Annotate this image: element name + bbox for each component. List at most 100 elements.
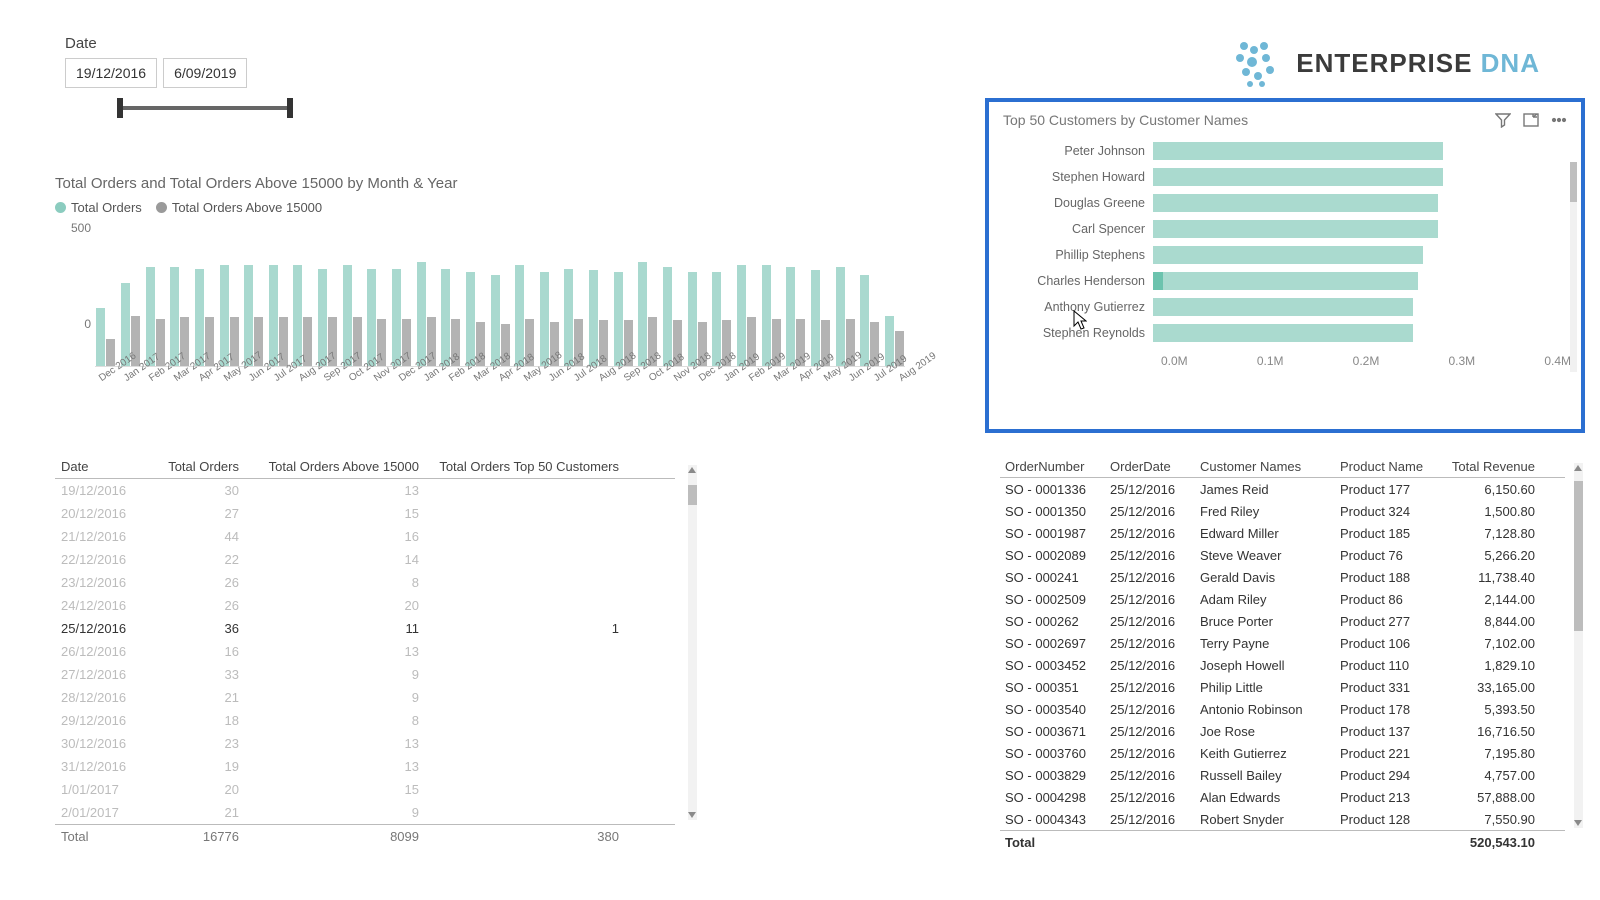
- bar-total-orders[interactable]: [712, 272, 721, 366]
- bar-total-orders[interactable]: [441, 269, 450, 366]
- bar-group[interactable]: [563, 269, 585, 366]
- scrollbar-thumb[interactable]: [1574, 481, 1583, 631]
- hbar[interactable]: [1153, 194, 1438, 212]
- bar-total-orders[interactable]: [515, 265, 524, 366]
- col-header[interactable]: Customer Names: [1195, 455, 1335, 477]
- table-row[interactable]: SO - 000135025/12/2016Fred RileyProduct …: [1000, 500, 1565, 522]
- bar-total-orders[interactable]: [220, 265, 229, 366]
- bar-group[interactable]: [810, 270, 832, 366]
- hbar-highlight[interactable]: [1153, 272, 1163, 290]
- bar-total-orders[interactable]: [614, 272, 623, 366]
- bar-group[interactable]: [785, 267, 807, 366]
- table-row[interactable]: 27/12/2016339: [55, 663, 675, 686]
- hbar[interactable]: [1153, 168, 1443, 186]
- bar-total-orders[interactable]: [811, 270, 820, 366]
- bar-total-orders[interactable]: [318, 269, 327, 366]
- table-row[interactable]: SO - 000367125/12/2016Joe RoseProduct 13…: [1000, 720, 1565, 742]
- orders-chart-plot[interactable]: [95, 257, 905, 367]
- bar-group[interactable]: [317, 269, 339, 366]
- hbar-track[interactable]: [1153, 272, 1567, 290]
- bar-total-orders[interactable]: [836, 267, 845, 366]
- col-header[interactable]: Total Orders: [145, 455, 245, 478]
- bar-total-orders[interactable]: [564, 269, 573, 366]
- bar-group[interactable]: [834, 267, 856, 366]
- hbar[interactable]: [1153, 324, 1413, 342]
- date-slider-handle-end[interactable]: [287, 98, 293, 118]
- table-row[interactable]: 30/12/20162313: [55, 732, 675, 755]
- hbar-track[interactable]: [1153, 168, 1567, 186]
- bar-group[interactable]: [267, 265, 289, 366]
- more-options-icon[interactable]: [1551, 112, 1567, 128]
- table-row[interactable]: SO - 000429825/12/2016Alan EdwardsProduc…: [1000, 786, 1565, 808]
- col-header[interactable]: Total Orders Top 50 Customers: [425, 455, 625, 478]
- scrollbar-thumb[interactable]: [688, 485, 697, 505]
- bar-total-orders[interactable]: [786, 267, 795, 366]
- table-row[interactable]: 2/01/2017219: [55, 801, 675, 824]
- date-start-input[interactable]: 19/12/2016: [65, 58, 157, 88]
- bar-group[interactable]: [760, 265, 782, 366]
- bar-group[interactable]: [588, 270, 610, 366]
- table-row[interactable]: 22/12/20162214: [55, 548, 675, 571]
- date-slicer[interactable]: Date 19/12/2016 6/09/2019: [65, 35, 290, 110]
- table-row[interactable]: 31/12/20161913: [55, 755, 675, 778]
- bar-total-orders[interactable]: [762, 265, 771, 366]
- table-row[interactable]: 25/12/201636111: [55, 617, 675, 640]
- table-row[interactable]: 1/01/20172015: [55, 778, 675, 801]
- left-table-scrollbar[interactable]: [688, 465, 697, 820]
- table-row[interactable]: SO - 000434325/12/2016Robert SnyderProdu…: [1000, 808, 1565, 830]
- hbar[interactable]: [1153, 246, 1423, 264]
- date-slider-track[interactable]: [120, 106, 290, 110]
- scroll-up-icon[interactable]: [688, 467, 696, 473]
- bar-total-orders[interactable]: [343, 265, 352, 366]
- table-row[interactable]: SO - 000345225/12/2016Joseph HowellProdu…: [1000, 654, 1565, 676]
- bar-total-orders[interactable]: [491, 275, 500, 366]
- table-row[interactable]: 23/12/2016268: [55, 571, 675, 594]
- table-row[interactable]: 19/12/20163013: [55, 479, 675, 502]
- table-row[interactable]: SO - 000208925/12/2016Steve WeaverProduc…: [1000, 544, 1565, 566]
- hbar-row[interactable]: Stephen Howard: [1003, 164, 1567, 190]
- bar-group[interactable]: [440, 269, 462, 366]
- table-row[interactable]: SO - 000382925/12/2016Russell BaileyProd…: [1000, 764, 1565, 786]
- bar-group[interactable]: [341, 265, 363, 366]
- hbar-row[interactable]: Anthony Gutierrez: [1003, 294, 1567, 320]
- top50-scrollbar-thumb[interactable]: [1570, 162, 1577, 202]
- table-row[interactable]: 28/12/2016219: [55, 686, 675, 709]
- scroll-down-icon[interactable]: [688, 812, 696, 818]
- bar-group[interactable]: [292, 265, 314, 366]
- table-row[interactable]: SO - 000354025/12/2016Antonio RobinsonPr…: [1000, 698, 1565, 720]
- date-end-input[interactable]: 6/09/2019: [163, 58, 247, 88]
- bar-total-orders[interactable]: [860, 275, 869, 366]
- right-table-scrollbar[interactable]: [1574, 463, 1583, 828]
- hbar-row[interactable]: Charles Henderson: [1003, 268, 1567, 294]
- bar-total-orders[interactable]: [170, 267, 179, 366]
- hbar-track[interactable]: [1153, 324, 1567, 342]
- col-header[interactable]: Total Revenue: [1440, 455, 1540, 477]
- bar-total-orders[interactable]: [663, 267, 672, 366]
- hbar[interactable]: [1153, 142, 1443, 160]
- bar-total-orders[interactable]: [269, 265, 278, 366]
- table-row[interactable]: 29/12/2016188: [55, 709, 675, 732]
- bar-total-orders[interactable]: [96, 308, 105, 366]
- col-header[interactable]: Product Name: [1335, 455, 1440, 477]
- bar-group[interactable]: [95, 308, 117, 366]
- focus-mode-icon[interactable]: [1523, 112, 1539, 128]
- bar-total-orders[interactable]: [540, 272, 549, 366]
- table-row[interactable]: SO - 00035125/12/2016Philip LittleProduc…: [1000, 676, 1565, 698]
- hbar[interactable]: [1153, 298, 1413, 316]
- col-header[interactable]: OrderNumber: [1000, 455, 1105, 477]
- hbar-track[interactable]: [1153, 298, 1567, 316]
- bar-total-orders[interactable]: [466, 272, 475, 366]
- bar-group[interactable]: [391, 269, 413, 366]
- daily-orders-table[interactable]: Date Total Orders Total Orders Above 150…: [55, 455, 675, 848]
- col-header[interactable]: OrderDate: [1105, 455, 1195, 477]
- top50-chart-plot[interactable]: Peter JohnsonStephen HowardDouglas Green…: [1003, 138, 1567, 346]
- bar-total-orders[interactable]: [367, 269, 376, 366]
- hbar[interactable]: [1153, 220, 1438, 238]
- table-row[interactable]: SO - 000198725/12/2016Edward MillerProdu…: [1000, 522, 1565, 544]
- table-row[interactable]: SO - 00026225/12/2016Bruce PorterProduct…: [1000, 610, 1565, 632]
- hbar-track[interactable]: [1153, 220, 1567, 238]
- table-row[interactable]: 24/12/20162620: [55, 594, 675, 617]
- table-row[interactable]: SO - 000133625/12/2016James ReidProduct …: [1000, 478, 1565, 500]
- hbar-track[interactable]: [1153, 194, 1567, 212]
- filter-icon[interactable]: [1495, 112, 1511, 128]
